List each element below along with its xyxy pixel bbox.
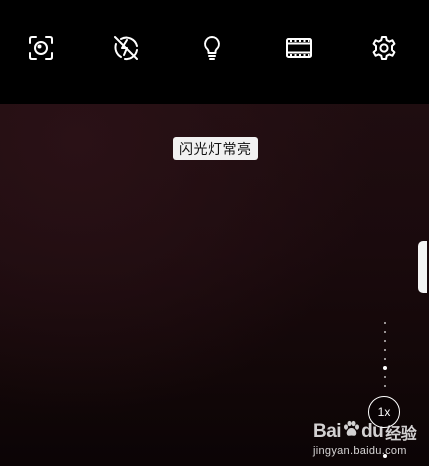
watermark-brand-cn: 经验 (385, 424, 417, 443)
ai-scene-button[interactable] (23, 30, 59, 66)
paw-icon (342, 420, 360, 444)
baidu-jingyan-watermark: Bai du 经验 jingyan.baidu.com (311, 416, 429, 466)
aspect-ratio-icon (286, 38, 312, 58)
watermark-url: jingyan.baidu.com (313, 445, 407, 457)
watermark-brand-left: Bai (313, 421, 342, 442)
zoom-tick (384, 385, 386, 387)
flash-toggle-button[interactable] (108, 30, 144, 66)
zoom-tick-major (383, 366, 387, 370)
flash-mode-hint: 闪光灯常亮 (173, 137, 258, 160)
bulb-icon (204, 36, 220, 60)
zoom-tick (384, 322, 386, 324)
zoom-tick (384, 358, 386, 360)
zoom-tick (384, 376, 386, 378)
watermark-logo: Bai du 经验 (313, 420, 417, 444)
ai-scene-icon (29, 36, 53, 60)
aspect-ratio-button[interactable] (281, 30, 317, 66)
camera-screen: 闪光灯常亮 1x Bai du 经验 jingyan.baidu.com (0, 0, 429, 466)
camera-top-toolbar (0, 0, 429, 104)
settings-button[interactable] (366, 30, 402, 66)
flash-off-icon (114, 36, 138, 61)
zoom-tick (384, 340, 386, 342)
bulb-button[interactable] (194, 30, 230, 66)
zoom-tick (384, 349, 386, 351)
settings-gear-icon (372, 36, 396, 60)
zoom-tick (384, 331, 386, 333)
side-panel-handle[interactable] (418, 241, 427, 293)
watermark-brand-right: du (361, 421, 384, 442)
